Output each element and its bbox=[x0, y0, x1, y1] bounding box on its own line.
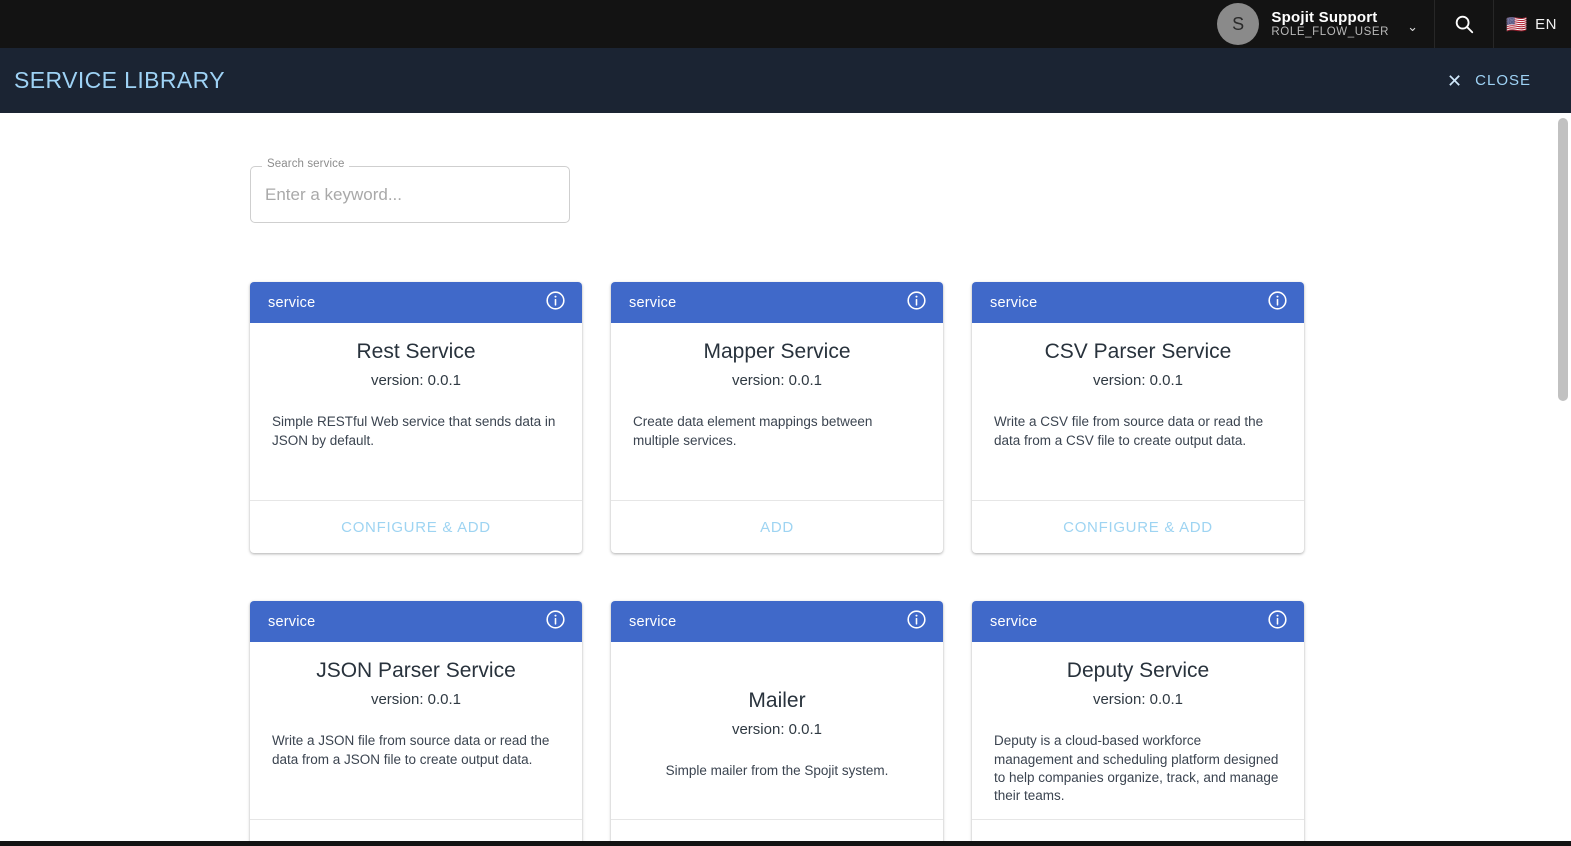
card-version: version: 0.0.1 bbox=[1092, 372, 1184, 390]
card-kind-label: service bbox=[990, 613, 1038, 630]
card-version: version: 0.0.1 bbox=[370, 372, 462, 390]
close-button[interactable]: ✕ CLOSE bbox=[1447, 72, 1531, 90]
card-description: Write a CSV file from source data or rea… bbox=[994, 414, 1264, 448]
scrollbar-thumb[interactable] bbox=[1558, 118, 1568, 401]
user-name: Spojit Support bbox=[1271, 8, 1378, 26]
close-icon: ✕ bbox=[1447, 70, 1464, 91]
card-header: service bbox=[972, 601, 1304, 642]
search-input[interactable] bbox=[251, 167, 569, 222]
card-title: Mapper Service bbox=[703, 340, 851, 363]
card-kind-label: service bbox=[629, 613, 677, 630]
info-icon[interactable] bbox=[1267, 290, 1288, 316]
service-card[interactable]: service Rest Service version: 0.0.1 Simp… bbox=[250, 282, 582, 553]
card-description: Deputy is a cloud-based workforce manage… bbox=[994, 733, 1279, 804]
card-action-label: ADD bbox=[760, 518, 794, 536]
card-action-button[interactable]: CONFIGURE & ADD bbox=[972, 819, 1304, 841]
card-header: service bbox=[250, 601, 582, 642]
card-action-button[interactable]: CONFIGURE & ADD bbox=[972, 500, 1304, 553]
card-title: Rest Service bbox=[356, 340, 476, 363]
avatar: S bbox=[1217, 3, 1260, 45]
service-card[interactable]: service JSON Parser Service version: 0.0… bbox=[250, 601, 582, 841]
card-description: Simple mailer from the Spojit system. bbox=[665, 763, 889, 779]
card-title: Mailer bbox=[748, 689, 806, 713]
user-identity: Spojit Support ROLE_FLOW_USER bbox=[1271, 9, 1389, 39]
language-selector[interactable]: 🇺🇸 EN bbox=[1494, 0, 1571, 48]
search-icon bbox=[1453, 13, 1475, 35]
card-description: Write a JSON file from source data or re… bbox=[272, 733, 550, 767]
card-action-label: CONFIGURE & ADD bbox=[1063, 518, 1213, 536]
bottom-strip bbox=[0, 841, 1571, 846]
card-header: service bbox=[250, 282, 582, 323]
user-role: ROLE_FLOW_USER bbox=[1271, 26, 1390, 39]
card-title: CSV Parser Service bbox=[1044, 340, 1232, 363]
vertical-scrollbar[interactable] bbox=[1555, 113, 1571, 846]
card-kind-label: service bbox=[990, 294, 1038, 311]
chevron-down-icon[interactable]: ⌄ bbox=[1407, 20, 1418, 33]
card-body: Rest Service version: 0.0.1 Simple RESTf… bbox=[250, 323, 582, 500]
card-header: service bbox=[611, 282, 943, 323]
service-card-grid: service Rest Service version: 0.0.1 Simp… bbox=[250, 282, 1304, 841]
card-version: version: 0.0.1 bbox=[370, 691, 462, 709]
card-header: service bbox=[611, 601, 943, 642]
card-action-button[interactable]: ADD bbox=[611, 500, 943, 553]
service-card[interactable]: service CSV Parser Service version: 0.0.… bbox=[972, 282, 1304, 553]
card-action-button[interactable]: CONFIGURE & ADD bbox=[250, 500, 582, 553]
card-kind-label: service bbox=[629, 294, 677, 311]
close-button-label: CLOSE bbox=[1475, 72, 1531, 89]
card-version: version: 0.0.1 bbox=[731, 372, 823, 390]
card-body: JSON Parser Service version: 0.0.1 Write… bbox=[250, 642, 582, 819]
language-label: EN bbox=[1535, 15, 1557, 33]
card-kind-label: service bbox=[268, 613, 316, 630]
info-icon[interactable] bbox=[906, 290, 927, 316]
card-version: version: 0.0.1 bbox=[1092, 691, 1184, 709]
info-icon[interactable] bbox=[545, 290, 566, 316]
card-kind-label: service bbox=[268, 294, 316, 311]
service-card[interactable]: service Mailer version: 0.0.1 Simple mai… bbox=[611, 601, 943, 841]
info-icon[interactable] bbox=[906, 609, 927, 635]
search-service-field[interactable]: Search service bbox=[250, 158, 570, 223]
user-menu[interactable]: S Spojit Support ROLE_FLOW_USER ⌄ bbox=[1217, 0, 1434, 48]
service-card[interactable]: service Mapper Service version: 0.0.1 Cr… bbox=[611, 282, 943, 553]
info-icon[interactable] bbox=[545, 609, 566, 635]
service-card[interactable]: service Deputy Service version: 0.0.1 De… bbox=[972, 601, 1304, 841]
service-library-content: Search service service Rest Service vers… bbox=[0, 113, 1571, 841]
card-title: JSON Parser Service bbox=[316, 659, 516, 682]
card-description: Create data element mappings between mul… bbox=[633, 414, 873, 448]
page-header: SERVICE LIBRARY ✕ CLOSE bbox=[0, 48, 1571, 113]
card-title: Deputy Service bbox=[1066, 659, 1210, 682]
us-flag-icon: 🇺🇸 bbox=[1505, 14, 1528, 34]
card-header: service bbox=[972, 282, 1304, 323]
page-title: SERVICE LIBRARY bbox=[14, 67, 225, 93]
info-icon[interactable] bbox=[1267, 609, 1288, 635]
card-body: CSV Parser Service version: 0.0.1 Write … bbox=[972, 323, 1304, 500]
search-button[interactable] bbox=[1435, 0, 1493, 48]
card-body: Mailer version: 0.0.1 Simple mailer from… bbox=[611, 642, 943, 819]
top-bar: S Spojit Support ROLE_FLOW_USER ⌄ 🇺🇸 EN bbox=[0, 0, 1571, 48]
card-action-button[interactable]: CONFIGURE & ADD bbox=[611, 819, 943, 841]
card-action-label: CONFIGURE & ADD bbox=[341, 518, 491, 536]
card-action-button[interactable]: CONFIGURE & ADD bbox=[250, 819, 582, 841]
card-body: Mapper Service version: 0.0.1 Create dat… bbox=[611, 323, 943, 500]
card-version: version: 0.0.1 bbox=[731, 721, 823, 739]
card-description: Simple RESTful Web service that sends da… bbox=[272, 414, 556, 448]
card-body: Deputy Service version: 0.0.1 Deputy is … bbox=[972, 642, 1304, 819]
